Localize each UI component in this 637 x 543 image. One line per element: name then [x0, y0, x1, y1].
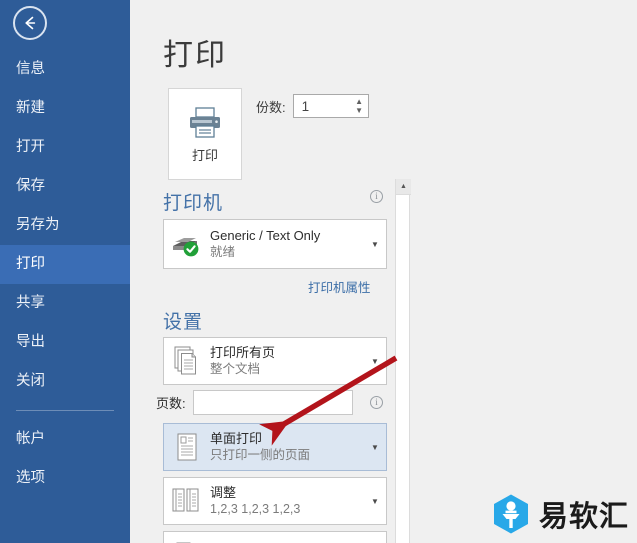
copies-input[interactable]	[293, 98, 351, 114]
printer-select[interactable]: Generic / Text Only 就绪 ▼	[163, 219, 387, 269]
printer-name: Generic / Text Only	[210, 228, 321, 243]
one-sided-icon	[164, 432, 210, 462]
sidebar-item-share[interactable]: 共享	[0, 284, 130, 323]
printer-section-heading: 打印机	[163, 193, 224, 214]
sidebar-item-account[interactable]: 帐户	[0, 420, 130, 459]
pages-label: 页数:	[156, 396, 186, 411]
sidebar-divider	[16, 410, 114, 411]
printer-status: 就绪	[210, 245, 236, 259]
back-arrow-icon	[25, 16, 36, 30]
pages-stack-icon	[164, 346, 210, 376]
print-button[interactable]: 打印	[168, 88, 242, 180]
print-button-label: 打印	[191, 147, 218, 163]
collate-title: 调整	[210, 485, 237, 500]
copies-row: 份数: ▲ ▼	[256, 94, 369, 118]
print-pane: 打印 打印 份数: ▲ ▼ 打印机 i	[130, 0, 637, 543]
print-range-title: 打印所有页	[210, 345, 276, 360]
printer-info-icon[interactable]: i	[370, 190, 383, 203]
chevron-down-icon[interactable]: ▼	[364, 497, 386, 506]
chevron-down-icon[interactable]: ▼	[364, 443, 386, 452]
pages-info-icon[interactable]: i	[370, 396, 383, 409]
copies-label: 份数:	[256, 99, 286, 115]
chevron-down-icon[interactable]: ▼	[364, 240, 386, 249]
print-range-subtitle: 整个文档	[210, 362, 261, 376]
back-button[interactable]	[13, 6, 47, 40]
sidebar-item-save-as[interactable]: 另存为	[0, 206, 130, 245]
sidebar-item-open[interactable]: 打开	[0, 128, 130, 167]
print-pane-scrollbar[interactable]: ▲	[395, 179, 411, 543]
pages-input[interactable]	[192, 390, 353, 415]
pages-row: 页数:	[156, 390, 353, 415]
sidebar-item-save[interactable]: 保存	[0, 167, 130, 206]
collate-subtitle: 1,2,3 1,2,3 1,2,3	[210, 502, 301, 516]
duplex-title: 单面打印	[210, 431, 263, 446]
orientation-select[interactable]	[163, 531, 387, 543]
settings-section-heading: 设置	[163, 312, 204, 333]
collate-icon	[164, 486, 210, 516]
copies-spin-buttons[interactable]: ▲ ▼	[351, 95, 368, 117]
print-range-text: 打印所有页 整个文档	[210, 344, 364, 378]
sidebar-item-print[interactable]: 打印	[0, 245, 130, 284]
sidebar-item-options[interactable]: 选项	[0, 459, 130, 498]
print-range-select[interactable]: 打印所有页 整个文档 ▼	[163, 337, 387, 385]
printer-ready-icon	[164, 230, 210, 258]
duplex-text: 单面打印 只打印一侧的页面	[210, 430, 364, 464]
sidebar-item-close[interactable]: 关闭	[0, 362, 130, 401]
page-title: 打印	[163, 39, 227, 72]
copies-stepper[interactable]: ▲ ▼	[292, 94, 369, 118]
collate-select[interactable]: 调整 1,2,3 1,2,3 1,2,3 ▼	[163, 477, 387, 525]
chevron-down-icon[interactable]: ▼	[364, 357, 386, 366]
backstage-nav-list: 信息 新建 打开 保存 另存为 打印 共享 导出 关闭 帐户 选项	[0, 50, 130, 498]
collate-text: 调整 1,2,3 1,2,3 1,2,3	[210, 484, 364, 518]
copies-decrement-icon[interactable]: ▼	[355, 106, 363, 115]
duplex-select[interactable]: 单面打印 只打印一侧的页面 ▼	[163, 423, 387, 471]
copies-increment-icon[interactable]: ▲	[355, 97, 363, 106]
printer-icon	[190, 106, 220, 138]
scroll-up-icon[interactable]: ▲	[400, 183, 407, 190]
duplex-subtitle: 只打印一侧的页面	[210, 448, 311, 462]
sidebar-item-info[interactable]: 信息	[0, 50, 130, 89]
sidebar-item-export[interactable]: 导出	[0, 323, 130, 362]
scroll-up-button[interactable]: ▲	[396, 179, 411, 195]
printer-properties-link[interactable]: 打印机属性	[308, 277, 371, 296]
backstage-sidebar: 信息 新建 打开 保存 另存为 打印 共享 导出 关闭 帐户 选项	[0, 0, 130, 543]
printer-select-text: Generic / Text Only 就绪	[210, 227, 364, 261]
sidebar-item-new[interactable]: 新建	[0, 89, 130, 128]
